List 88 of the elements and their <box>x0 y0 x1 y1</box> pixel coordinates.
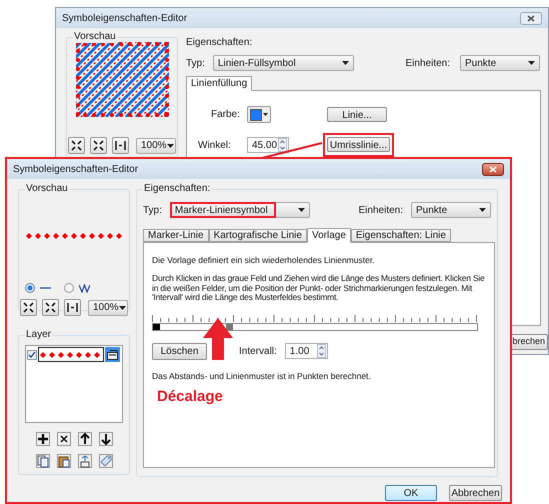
tag-button[interactable] <box>98 454 112 468</box>
zoom-in-button[interactable] <box>20 299 37 316</box>
window-icon <box>107 350 118 360</box>
spinner-icon[interactable] <box>278 138 287 152</box>
field-label: Typ: <box>143 204 162 218</box>
units-dropdown[interactable]: Punkte <box>411 202 491 218</box>
close-button[interactable] <box>520 12 542 24</box>
down-arrow-button[interactable] <box>98 432 112 446</box>
straight-line-icon <box>40 286 51 290</box>
check-icon <box>28 351 36 358</box>
close-icon <box>527 14 535 22</box>
close-icon <box>489 166 497 172</box>
section-label: Eigenschaften: <box>186 37 254 49</box>
paste-icon <box>58 454 70 468</box>
spinner-icon[interactable] <box>316 344 326 358</box>
plus-icon <box>36 432 48 446</box>
caret-icon <box>298 208 305 212</box>
outline-button[interactable]: Umrisslinie... <box>327 137 390 152</box>
window-title: Symboleigenschaften-Editor <box>62 12 188 26</box>
zoom-dropdown[interactable]: 100% <box>136 138 176 154</box>
export-icon <box>78 454 90 468</box>
instructions-text: Durch Klicken in das graue Feld und Ziehen wird die Länge des Musters definiert. Klicken Sie in die weißen Felder, um die Position der Punkt- oder Strichmarkierungen festzulegen. Mit 'Intervall' wird die Länge des Musterfeldes bestimmt. <box>152 274 486 302</box>
zoom-in-icon <box>23 302 34 313</box>
zoom-out-button[interactable] <box>90 137 107 154</box>
delete-button[interactable]: Löschen <box>152 342 207 360</box>
type-dropdown[interactable]: Linien-Füllsymbol <box>212 55 354 71</box>
field-label: Typ: <box>186 56 205 70</box>
zoom-out-icon <box>45 302 56 313</box>
up-arrow-icon <box>203 318 233 360</box>
copy-icon <box>36 454 48 468</box>
actual-size-icon <box>115 140 126 151</box>
color-swatch <box>250 108 262 120</box>
zoom-dropdown[interactable]: 100% <box>88 300 128 316</box>
number-field[interactable]: 45.00 <box>247 137 289 153</box>
copy-button[interactable] <box>36 454 50 468</box>
zoom-in-button[interactable] <box>68 137 85 154</box>
field-label: Intervall: <box>239 344 277 358</box>
tab[interactable]: Kartografische Linie <box>208 229 307 242</box>
tag-icon <box>100 454 112 468</box>
up-arrow-button[interactable] <box>78 432 92 446</box>
caret-icon <box>479 208 486 212</box>
units-dropdown[interactable]: Punkte <box>460 55 540 71</box>
radio-button[interactable] <box>64 283 74 293</box>
ok-button[interactable]: OK <box>385 485 437 501</box>
actual-size-button[interactable] <box>64 299 81 316</box>
annotation-label: Décalage <box>157 387 223 407</box>
checkbox[interactable] <box>27 350 37 360</box>
tab[interactable]: Linienfüllung <box>186 76 252 91</box>
field-label: Farbe: <box>211 108 241 122</box>
zoom-out-button[interactable] <box>42 299 59 316</box>
actual-size-button[interactable] <box>112 137 129 154</box>
group-label: Vorschau <box>73 31 117 43</box>
delete-button[interactable] <box>56 432 70 446</box>
pattern-ruler[interactable] <box>152 314 478 330</box>
layer-symbol[interactable] <box>38 347 104 362</box>
paste-button[interactable] <box>56 454 70 468</box>
window-title: Symboleigenschaften-Editor <box>13 162 138 176</box>
field-label: Winkel: <box>198 138 232 152</box>
footnote-text: Das Abstands- und Linienmuster ist in Punkten berechnet. <box>152 370 372 382</box>
line-button[interactable]: Linie... <box>327 107 387 122</box>
radio-button[interactable] <box>25 283 35 293</box>
caret-icon <box>166 144 174 148</box>
field-label: Einheiten: <box>358 204 403 218</box>
group-label: Eigenschaften: <box>143 183 212 195</box>
close-button[interactable] <box>482 162 504 176</box>
tab[interactable]: Eigenschaften: Linie <box>350 229 451 242</box>
color-picker[interactable] <box>247 106 271 123</box>
zoom-in-icon <box>71 140 82 151</box>
down-arrow-icon <box>100 432 112 446</box>
description-text: Die Vorlage definiert ein sich wiederholendes Linienmuster. <box>152 255 376 266</box>
zoom-out-icon <box>93 140 104 151</box>
plus-button[interactable] <box>36 432 50 446</box>
group-label: Layer <box>25 329 52 341</box>
up-arrow-icon <box>78 432 90 446</box>
cancel-button[interactable]: Abbrechen <box>449 485 502 501</box>
tab[interactable]: Marker-Linie <box>143 229 209 242</box>
zigzag-line-icon <box>79 284 90 292</box>
caret-icon <box>528 61 535 65</box>
actual-size-icon <box>67 302 78 313</box>
type-dropdown[interactable]: Marker-Liniensymbol <box>170 202 310 218</box>
caret-icon <box>342 61 349 65</box>
caret-icon <box>263 113 268 116</box>
number-field[interactable]: 1.00 <box>284 343 328 359</box>
export-button[interactable] <box>78 454 92 468</box>
layer-properties-button[interactable] <box>105 347 120 362</box>
tab[interactable]: Vorlage <box>306 228 351 243</box>
field-label: Einheiten: <box>406 56 450 70</box>
caret-icon <box>118 306 126 310</box>
